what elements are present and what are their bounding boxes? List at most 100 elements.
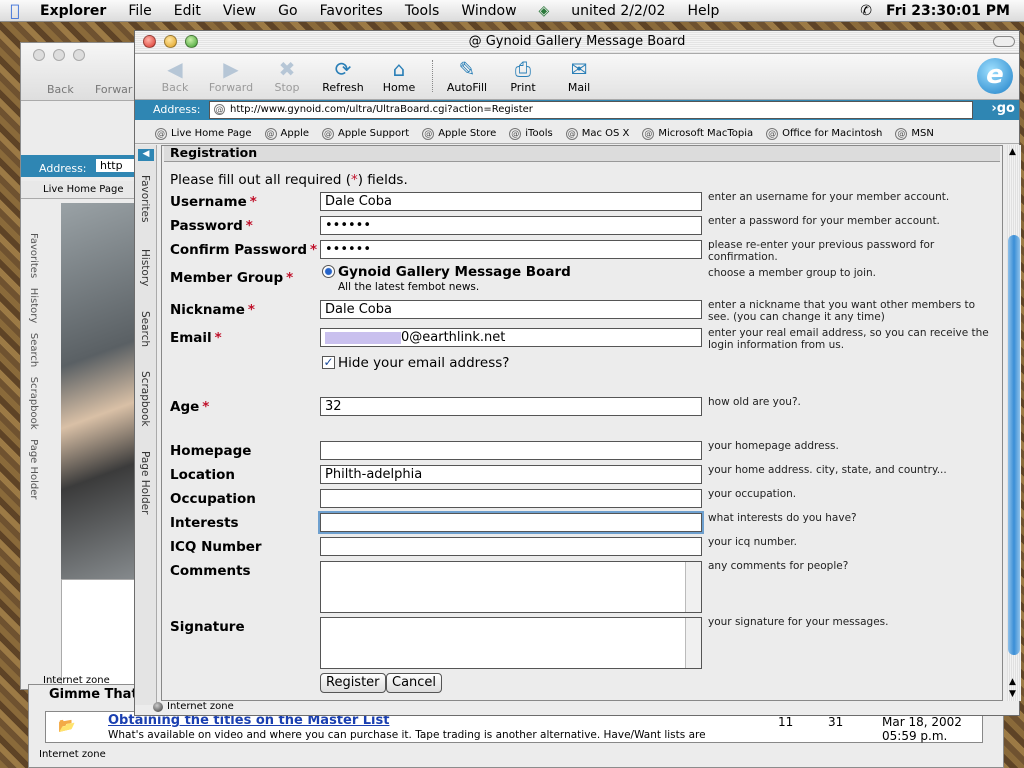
signature-textarea[interactable] [320, 617, 702, 669]
menu-window[interactable]: Window [450, 3, 527, 19]
member-group-label-text: Member Group [170, 270, 284, 286]
script-menu-icon[interactable]: ◈ [528, 3, 561, 19]
menu-go[interactable]: Go [267, 3, 308, 19]
folder-icon: 📂 [58, 718, 76, 734]
toolbar-toggle-icon[interactable] [993, 36, 1015, 47]
close-icon[interactable] [143, 35, 156, 48]
tab-favorites[interactable]: Favorites [139, 175, 151, 222]
menu-tools[interactable]: Tools [394, 3, 451, 19]
vertical-scrollbar[interactable]: ▲ ▲ ▼ [1007, 145, 1021, 701]
zoom-icon[interactable] [185, 35, 198, 48]
tab-scrapbook[interactable]: Scrapbook [139, 371, 151, 426]
icq-number-input[interactable] [320, 537, 702, 556]
back-window-back-label[interactable]: Back [47, 83, 74, 96]
comments-scrollbar[interactable] [685, 562, 701, 612]
thread-description: What's available on video and where you … [108, 729, 706, 741]
required-mark: * [249, 194, 257, 210]
favorites-bar: @ Live Home Page @ Apple @ Apple Support @ A… [135, 124, 1019, 144]
location-input[interactable]: Philth-adelphia [320, 465, 702, 484]
favorite-page-icon: @ [565, 127, 578, 140]
refresh-button[interactable]: ⟳ Refresh [315, 57, 371, 94]
back-window-tab-scrapbook[interactable]: Scrapbook [28, 377, 39, 430]
cancel-button[interactable]: Cancel [386, 673, 443, 693]
homepage-input[interactable] [320, 441, 702, 460]
title-bar[interactable]: @ Gynoid Gallery Message Board [135, 31, 1019, 54]
forward-arrow-icon: ▶ [223, 57, 239, 81]
menu-file[interactable]: File [117, 3, 162, 19]
menu-united[interactable]: united 2/2/02 [560, 3, 676, 19]
hide-email-checkbox[interactable]: ✓ [322, 356, 335, 369]
mail-button[interactable]: ✉ Mail [551, 57, 607, 94]
autofill-button[interactable]: ✎ AutoFill [439, 57, 495, 94]
nickname-hint: enter a nickname that you want other mem… [708, 299, 976, 323]
back-button[interactable]: ◀ Back [147, 57, 203, 94]
menu-favorites[interactable]: Favorites [309, 3, 394, 19]
back-window-forward-label[interactable]: Forwar [95, 83, 132, 96]
menu-view[interactable]: View [212, 3, 267, 19]
scroll-up-arrow-icon[interactable]: ▲ [1009, 677, 1016, 687]
home-button[interactable]: ⌂ Home [371, 57, 427, 94]
stop-button[interactable]: ✖ Stop [259, 57, 315, 94]
print-button-label: Print [510, 81, 536, 94]
apple-menu-icon[interactable]:  [0, 1, 30, 20]
password-input[interactable]: •••••• [320, 216, 702, 235]
scroll-down-arrow-icon[interactable]: ▼ [1009, 689, 1016, 699]
favorite-microsoft-mactopia[interactable]: @ Microsoft MacTopia [642, 127, 753, 140]
confirm-password-input[interactable]: •••••• [320, 240, 702, 259]
hide-email-label[interactable]: Hide your email address? [338, 355, 509, 371]
nickname-input[interactable]: Dale Coba [320, 300, 702, 319]
go-button[interactable]: ›go [981, 101, 1015, 119]
tab-history[interactable]: History [139, 249, 151, 286]
back-window-tab-history[interactable]: History [28, 288, 39, 324]
interests-input[interactable] [318, 511, 704, 534]
status-bar: Internet zone [153, 701, 234, 712]
email-input[interactable]: 0@earthlink.net [320, 328, 702, 347]
close-icon[interactable] [33, 49, 45, 61]
menu-explorer[interactable]: Explorer [30, 3, 117, 19]
menu-help[interactable]: Help [676, 3, 730, 19]
username-input[interactable]: Dale Coba [320, 192, 702, 211]
page-icon: @ [214, 104, 225, 115]
member-group-radio[interactable] [322, 265, 335, 278]
scrollbar-thumb[interactable] [1008, 235, 1020, 655]
explorer-bar-toggle-icon[interactable]: ◀ [138, 149, 154, 161]
email-label: Email * [170, 330, 222, 346]
back-window-traffic-lights [33, 49, 85, 61]
favorite-mac-os-x[interactable]: @ Mac OS X [565, 127, 629, 140]
clock[interactable]: Fri 23:30:01 PM [886, 3, 1010, 19]
age-input[interactable]: 32 [320, 397, 702, 416]
favorite-itools[interactable]: @ iTools [509, 127, 553, 140]
register-button[interactable]: Register [320, 673, 386, 693]
back-window-tab-favorites[interactable]: Favorites [28, 233, 39, 278]
comments-hint: any comments for people? [708, 560, 849, 572]
back-window-tab-page-holder[interactable]: Page Holder [28, 439, 39, 499]
member-group-option[interactable]: Gynoid Gallery Message Board [338, 264, 571, 280]
favorite-apple-store[interactable]: @ Apple Store [422, 127, 496, 140]
main-browser-window[interactable]: @ Gynoid Gallery Message Board ◀ Back ▶ Fo… [134, 30, 1021, 716]
zoom-icon[interactable] [73, 49, 85, 61]
minimize-icon[interactable] [164, 35, 177, 48]
tab-search[interactable]: Search [139, 311, 151, 347]
favorite-apple[interactable]: @ Apple [264, 127, 309, 140]
forward-button[interactable]: ▶ Forward [203, 57, 259, 94]
comments-textarea[interactable] [320, 561, 702, 613]
favorite-label: Apple Support [338, 128, 410, 139]
favorite-label: MSN [911, 128, 934, 139]
internet-explorer-logo-icon[interactable]: e [977, 58, 1013, 94]
favorite-msn[interactable]: @ MSN [895, 127, 934, 140]
back-window-tab-search[interactable]: Search [28, 333, 39, 367]
tab-page-holder[interactable]: Page Holder [139, 451, 151, 514]
print-button[interactable]: ⎙ Print [495, 57, 551, 94]
occupation-input[interactable] [320, 489, 702, 508]
email-hint: enter your real email address, so you ca… [708, 327, 989, 351]
signature-scrollbar[interactable] [685, 618, 701, 668]
favorite-live-home-page[interactable]: @ Live Home Page [155, 127, 252, 140]
phone-icon[interactable]: ✆ [860, 3, 872, 19]
minimize-icon[interactable] [53, 49, 65, 61]
scroll-up-arrow-icon[interactable]: ▲ [1009, 147, 1016, 157]
menu-edit[interactable]: Edit [163, 3, 212, 19]
favorite-office-for-macintosh[interactable]: @ Office for Macintosh [766, 127, 882, 140]
back-window-address-field[interactable]: http [96, 159, 137, 172]
favorite-apple-support[interactable]: @ Apple Support [322, 127, 410, 140]
address-input[interactable]: @ http://www.gynoid.com/ultra/UltraBoard… [209, 101, 973, 119]
